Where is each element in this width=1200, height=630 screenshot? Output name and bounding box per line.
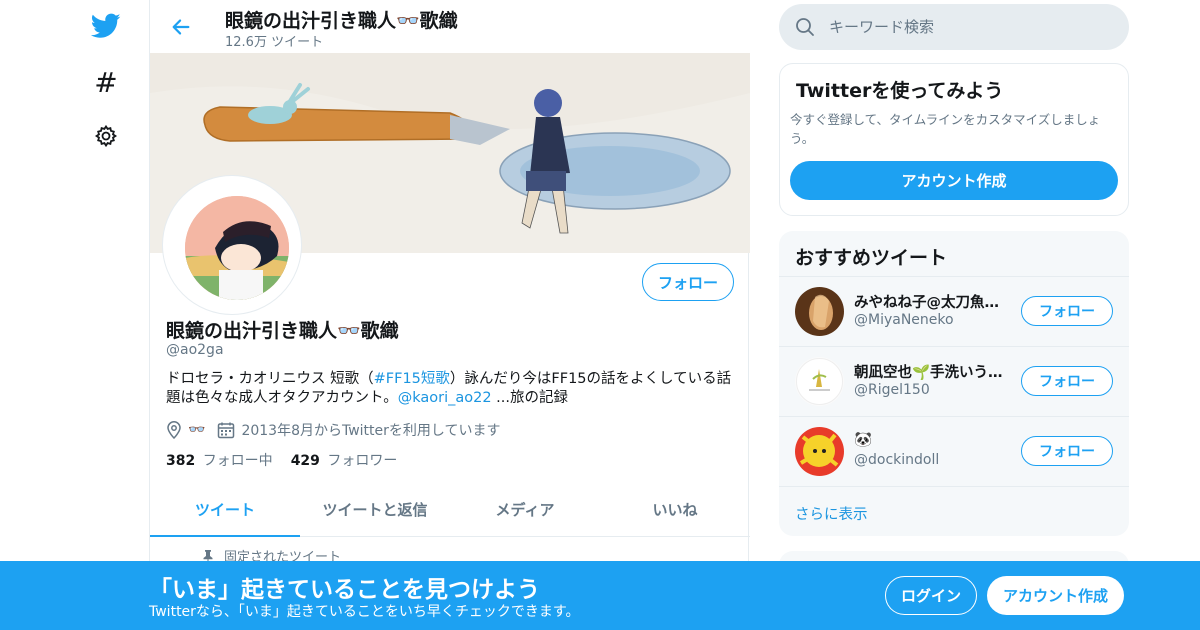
signup-card-desc: 今すぐ登録して、タイムラインをカスタマイズしましょう。 bbox=[790, 112, 1101, 146]
list-item[interactable]: みやねね子@太刀魚… @MiyaNeneko フォロー bbox=[779, 276, 1129, 346]
followers-label: フォロワー bbox=[327, 453, 398, 469]
twitter-bird-icon[interactable] bbox=[88, 8, 124, 44]
gear-icon[interactable] bbox=[88, 118, 124, 154]
list-item[interactable]: 朝凪空也🌱手洗いう… @Rigel150 フォロー bbox=[779, 346, 1129, 416]
following-label: フォロー中 bbox=[202, 453, 273, 469]
bio-mention-link[interactable]: @kaori_ao22 bbox=[398, 390, 492, 406]
tab-likes[interactable]: いいね bbox=[600, 482, 750, 536]
avatar-image bbox=[185, 196, 289, 300]
recommended-name[interactable]: みやねね子@太刀魚… bbox=[854, 291, 1014, 312]
recommended-follow-button[interactable]: フォロー bbox=[1021, 296, 1113, 326]
calendar-icon bbox=[217, 421, 235, 439]
recommended-follow-button[interactable]: フォロー bbox=[1021, 436, 1113, 466]
back-arrow-icon[interactable] bbox=[166, 12, 196, 42]
search-bar[interactable] bbox=[779, 4, 1129, 50]
bio-text-1: ドロセラ・カオリニウス 短歌（ bbox=[166, 371, 374, 387]
profile-tabs: ツイート ツイートと返信 メディア いいね bbox=[150, 482, 750, 537]
following-count: 382 bbox=[166, 453, 196, 469]
hashtag-icon[interactable]: # bbox=[88, 64, 124, 100]
signup-prompt-bar: 「いま」起きていることを見つけよう Twitterなら、「いま」起きていることを… bbox=[0, 561, 1200, 630]
header-tweet-count: 12.6万 ツイート bbox=[225, 35, 324, 50]
profile-meta: 👓 2013年8月からTwitterを利用しています bbox=[166, 419, 500, 441]
bottom-create-account-button[interactable]: アカウント作成 bbox=[987, 576, 1124, 615]
profile-location: 👓 bbox=[188, 422, 206, 438]
followers-stat[interactable]: 429 フォロワー bbox=[291, 453, 398, 469]
tab-media[interactable]: メディア bbox=[450, 482, 600, 536]
left-nav: # bbox=[78, 0, 134, 630]
recommended-name[interactable]: 🐼 bbox=[854, 431, 1014, 448]
header-name: 眼鏡の出汁引き職人👓歌織 bbox=[225, 10, 458, 32]
profile-stats: 382 フォロー中 429 フォロワー bbox=[166, 450, 397, 470]
signup-card: Twitterを使ってみよう 今すぐ登録して、タイムラインをカスタマイズしましょ… bbox=[779, 63, 1129, 216]
bio-text-3: ...旅の記録 bbox=[491, 390, 569, 406]
recommended-follow-button[interactable]: フォロー bbox=[1021, 366, 1113, 396]
prompt-headline: 「いま」起きていることを見つけよう bbox=[149, 577, 540, 603]
show-more-label: さらに表示 bbox=[795, 507, 868, 523]
prompt-subtext: Twitterなら、「いま」起きていることをいち早くチェックできます。 bbox=[149, 604, 580, 620]
profile-header-bar: 眼鏡の出汁引き職人👓歌織 12.6万 ツイート bbox=[150, 0, 750, 53]
recommended-card: おすすめツイート みやねね子@太刀魚… @MiyaNeneko フォロー 朝凪空… bbox=[779, 231, 1129, 536]
create-account-button[interactable]: アカウント作成 bbox=[790, 161, 1118, 200]
follow-button[interactable]: フォロー bbox=[642, 263, 734, 301]
tab-tweets-and-replies[interactable]: ツイートと返信 bbox=[300, 482, 450, 536]
profile-bio: ドロセラ・カオリニウス 短歌（#FF15短歌）詠んだり今はFF15の話をよくして… bbox=[166, 370, 736, 408]
search-icon bbox=[795, 17, 815, 37]
recommended-handle: @Rigel150 bbox=[854, 382, 930, 398]
profile-name: 眼鏡の出汁引き職人👓歌織 bbox=[166, 320, 399, 342]
recommended-title: おすすめツイート bbox=[795, 247, 948, 269]
avatar[interactable] bbox=[795, 287, 844, 336]
signup-card-title: Twitterを使ってみよう bbox=[796, 80, 1004, 102]
recommended-handle: @dockindoll bbox=[854, 452, 940, 468]
following-stat[interactable]: 382 フォロー中 bbox=[166, 453, 273, 469]
location-pin-icon bbox=[166, 421, 182, 439]
profile-handle: @ao2ga bbox=[166, 342, 224, 358]
list-item[interactable]: 🐼 @dockindoll フォロー bbox=[779, 416, 1129, 486]
avatar[interactable] bbox=[795, 427, 844, 476]
tab-tweets[interactable]: ツイート bbox=[150, 482, 300, 537]
followers-count: 429 bbox=[290, 453, 320, 469]
bio-hashtag-link[interactable]: #FF15短歌 bbox=[374, 371, 450, 387]
show-more-link[interactable]: さらに表示 bbox=[779, 486, 1129, 536]
profile-joined: 2013年8月からTwitterを利用しています bbox=[241, 423, 501, 439]
search-input[interactable] bbox=[829, 18, 1109, 36]
profile-avatar[interactable] bbox=[162, 175, 302, 315]
recommended-handle: @MiyaNeneko bbox=[854, 312, 954, 328]
main-column: 眼鏡の出汁引き職人👓歌織 12.6万 ツイート フォロー 眼鏡の出汁引き職人👓歌… bbox=[149, 0, 750, 630]
avatar[interactable] bbox=[795, 357, 844, 406]
login-button[interactable]: ログイン bbox=[885, 576, 977, 615]
recommended-name[interactable]: 朝凪空也🌱手洗いう… bbox=[854, 361, 1014, 382]
